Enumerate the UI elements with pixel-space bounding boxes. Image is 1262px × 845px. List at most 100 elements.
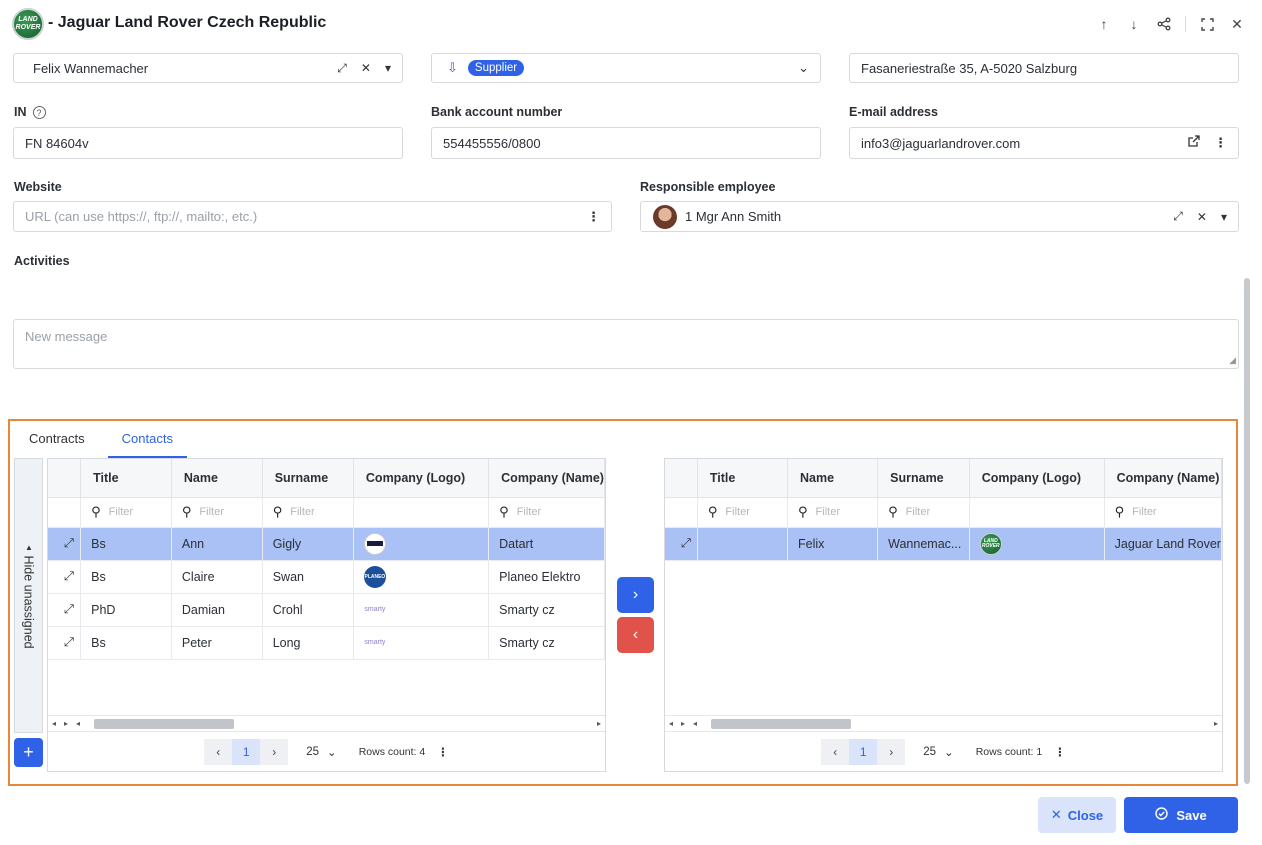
- email-field[interactable]: info3@jaguarlandrover.com ⋮: [849, 127, 1239, 159]
- expand-icon[interactable]: ⤢: [1173, 209, 1183, 224]
- column-header-name[interactable]: Name: [787, 459, 879, 498]
- scroll-left-icon[interactable]: ◂: [48, 719, 60, 728]
- prev-page-icon[interactable]: ‹: [204, 738, 233, 765]
- table-row[interactable]: ⤢ Bs Claire Swan PLANEO Planeo Elektro: [48, 560, 605, 594]
- activities-label: Activities: [14, 254, 70, 268]
- horizontal-scrollbar[interactable]: ◂ ▸ ◂ ▸: [48, 715, 605, 731]
- current-page[interactable]: 1: [232, 738, 261, 765]
- save-button-label: Save: [1176, 807, 1207, 823]
- scroll-right-icon[interactable]: ▸: [677, 719, 689, 728]
- filter-placeholder: Filter: [1132, 506, 1157, 518]
- new-message-input[interactable]: New message ◢: [13, 319, 1239, 369]
- hide-unassigned-toggle[interactable]: ▲ Hide unassigned: [14, 458, 43, 733]
- next-page-icon[interactable]: ›: [877, 738, 906, 765]
- more-menu-icon[interactable]: ⋮: [587, 209, 600, 225]
- expand-row-icon[interactable]: ⤢: [665, 527, 698, 561]
- column-header-company-logo[interactable]: Company (Logo): [353, 459, 490, 498]
- more-menu-icon[interactable]: ⋮: [1054, 745, 1066, 759]
- unassign-contact-button[interactable]: ‹: [617, 617, 654, 653]
- column-header-surname[interactable]: Surname: [877, 459, 970, 498]
- column-header-surname[interactable]: Surname: [262, 459, 354, 498]
- address-field[interactable]: Fasaneriestraße 35, A-5020 Salzburg: [849, 53, 1239, 83]
- next-page-icon[interactable]: ›: [260, 738, 289, 765]
- scroll-left-icon[interactable]: ◂: [72, 719, 84, 728]
- responsible-employee-field[interactable]: 1 Mgr Ann Smith ⤢ ✕ ▾: [640, 201, 1239, 232]
- filter-placeholder: Filter: [905, 506, 931, 518]
- save-button[interactable]: Save: [1124, 797, 1238, 833]
- scroll-right-icon[interactable]: ▸: [60, 719, 72, 728]
- prev-page-icon[interactable]: ‹: [821, 738, 850, 765]
- column-header-company-name[interactable]: Company (Name): [1104, 459, 1222, 498]
- type-select[interactable]: ⇩ Supplier ⌄: [431, 53, 821, 83]
- table-row[interactable]: ⤢ Felix Wannemac... LAND ROVER Jaguar Lan…: [665, 527, 1222, 561]
- expand-row-icon[interactable]: ⤢: [48, 527, 82, 561]
- add-contact-button[interactable]: +: [14, 738, 43, 767]
- filter-surname[interactable]: ⚲ Filter: [262, 497, 354, 528]
- current-page[interactable]: 1: [849, 738, 878, 765]
- avatar: [653, 204, 677, 229]
- clear-icon[interactable]: ✕: [1197, 210, 1207, 224]
- logo-text-line1: LAND: [18, 16, 38, 23]
- pagination: ‹ 1 › 25 ⌄ Rows count: 1 ⋮: [665, 731, 1222, 771]
- expand-row-icon[interactable]: ⤢: [48, 560, 82, 594]
- column-header-name[interactable]: Name: [171, 459, 263, 498]
- tab-contracts[interactable]: Contracts: [20, 423, 94, 458]
- clear-icon[interactable]: ✕: [361, 61, 371, 75]
- table-row[interactable]: ⤢ Bs Peter Long smarty Smarty cz: [48, 626, 605, 660]
- contact-person-field[interactable]: Felix Wannemacher ⤢ ✕ ▾: [13, 53, 403, 83]
- filter-company-name[interactable]: ⚲ Filter: [488, 497, 605, 528]
- header-actions: ↑ ↓ ✕: [1089, 12, 1252, 36]
- filter-name[interactable]: ⚲ Filter: [171, 497, 263, 528]
- close-icon[interactable]: ✕: [1222, 12, 1252, 36]
- page-size-select[interactable]: 25 ⌄: [306, 745, 336, 759]
- bank-account-field[interactable]: 554455556/0800: [431, 127, 821, 159]
- scroll-right-icon[interactable]: ▸: [593, 719, 605, 728]
- expand-row-icon[interactable]: ⤢: [48, 626, 82, 660]
- tab-contacts[interactable]: Contacts: [107, 423, 187, 458]
- share-icon[interactable]: [1149, 12, 1179, 36]
- table-row[interactable]: ⤢ Bs Ann Gigly Datart: [48, 527, 605, 561]
- filter-surname[interactable]: ⚲ Filter: [877, 497, 970, 528]
- vertical-scrollbar[interactable]: [1244, 278, 1250, 784]
- in-field[interactable]: FN 84604v: [13, 127, 403, 159]
- assign-contact-button[interactable]: ›: [617, 577, 654, 613]
- search-icon: ⚲: [707, 504, 718, 519]
- caret-down-icon[interactable]: ▾: [1221, 210, 1227, 224]
- column-header-company-logo[interactable]: Company (Logo): [969, 459, 1105, 498]
- more-menu-icon[interactable]: ⋮: [1214, 135, 1227, 151]
- more-menu-icon[interactable]: ⋮: [437, 745, 449, 759]
- external-link-icon[interactable]: [1187, 135, 1200, 151]
- caret-down-icon[interactable]: ▾: [385, 61, 391, 75]
- close-button[interactable]: ✕ Close: [1038, 797, 1116, 833]
- resize-handle-icon[interactable]: ◢: [1229, 355, 1236, 366]
- filter-name[interactable]: ⚲ Filter: [787, 497, 879, 528]
- supplier-type-icon: ⇩: [447, 60, 458, 75]
- column-header-company-name[interactable]: Company (Name): [488, 459, 605, 498]
- page-size-select[interactable]: 25 ⌄: [923, 745, 953, 759]
- email-label: E-mail address: [849, 105, 938, 119]
- contact-person-value: Felix Wannemacher: [33, 60, 149, 76]
- scrollbar-thumb[interactable]: [711, 719, 851, 729]
- horizontal-scrollbar[interactable]: ◂ ▸ ◂ ▸: [665, 715, 1222, 731]
- scrollbar-thumb[interactable]: [94, 719, 234, 729]
- arrow-up-icon[interactable]: ↑: [1089, 12, 1119, 36]
- filter-company-name[interactable]: ⚲ Filter: [1104, 497, 1222, 528]
- website-field[interactable]: URL (can use https://, ftp://, mailto:, …: [13, 201, 612, 232]
- arrow-down-icon[interactable]: ↓: [1119, 12, 1149, 36]
- scroll-left-icon[interactable]: ◂: [665, 719, 677, 728]
- cell-company-name: Planeo Elektro: [488, 560, 605, 594]
- filter-title[interactable]: ⚲ Filter: [80, 497, 172, 528]
- expand-icon[interactable]: ⤢: [337, 61, 347, 76]
- fullscreen-icon[interactable]: [1192, 12, 1222, 36]
- smarty-logo: smarty: [364, 606, 386, 613]
- scroll-right-icon[interactable]: ▸: [1210, 719, 1222, 728]
- scroll-left-icon[interactable]: ◂: [689, 719, 701, 728]
- chevron-down-icon[interactable]: ⌄: [798, 60, 809, 76]
- filter-title[interactable]: ⚲ Filter: [697, 497, 789, 528]
- filter-spacer: [665, 497, 698, 528]
- table-row[interactable]: ⤢ PhD Damian Crohl smarty Smarty cz: [48, 593, 605, 627]
- column-header-title[interactable]: Title: [697, 459, 789, 498]
- expand-row-icon[interactable]: ⤢: [48, 593, 82, 627]
- column-header-title[interactable]: Title: [80, 459, 172, 498]
- help-icon[interactable]: ?: [32, 106, 46, 120]
